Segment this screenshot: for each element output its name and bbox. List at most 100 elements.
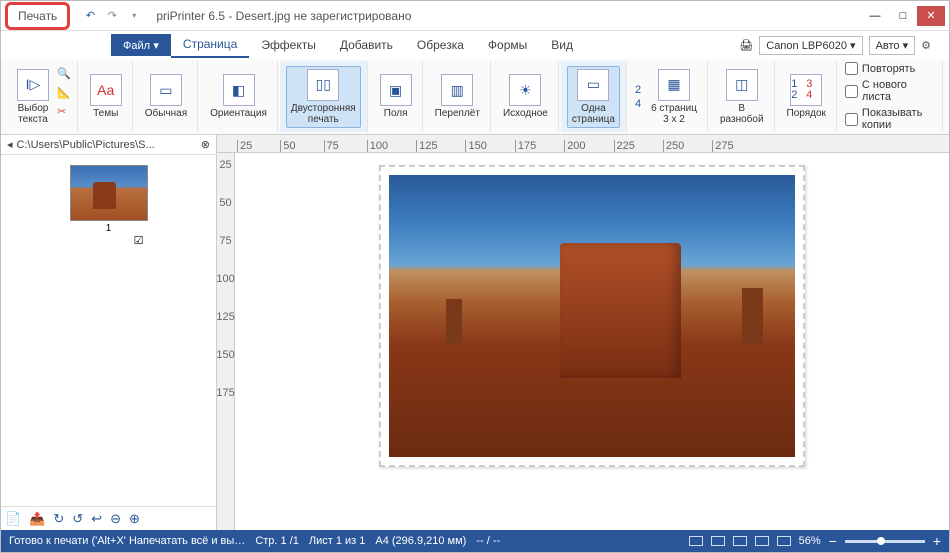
themes-button[interactable]: Aa Темы xyxy=(86,72,126,121)
zoom-in-button[interactable]: + xyxy=(933,533,941,549)
status-right: 56% − + xyxy=(689,533,941,549)
showcopies-label: Показывать копии xyxy=(862,107,936,131)
ruler-tick: 250 xyxy=(663,140,684,152)
sidebar-header: ◂ C:\Users\Public\Pictures\S... ⊗ xyxy=(1,135,216,155)
printer-icon: 🖨 xyxy=(739,39,753,52)
binoculars-icon[interactable]: 🔍 xyxy=(57,67,71,80)
onepage-button[interactable]: ▭Одна страница xyxy=(567,66,620,128)
ribbon-group-source: ☀Исходное xyxy=(493,61,559,132)
regular-label: Обычная xyxy=(145,108,187,119)
ruler-tick: 200 xyxy=(564,140,585,152)
new-icon[interactable]: 📄 xyxy=(5,511,21,527)
minimize-button[interactable]: — xyxy=(861,6,889,26)
ruler-tick: 175 xyxy=(515,140,536,152)
margins-button[interactable]: ▣Поля xyxy=(376,72,416,121)
view-mode-icon[interactable] xyxy=(777,536,791,546)
printer-mode[interactable]: Авто ▾ xyxy=(869,36,916,55)
page-area[interactable] xyxy=(235,153,949,530)
export-icon[interactable]: 📤 xyxy=(29,511,45,527)
showcopies-checkbox[interactable]: Показывать копии xyxy=(845,107,936,131)
random-button[interactable]: ◫В разнобой xyxy=(716,67,768,127)
ruler-tick: 125 xyxy=(216,311,234,323)
orientation-button[interactable]: ◧Ориентация xyxy=(206,72,271,121)
image-preview xyxy=(389,175,795,457)
onepage-label: Одна страница xyxy=(572,103,615,125)
zoom-slider[interactable] xyxy=(845,540,925,543)
menubar: Файл ▾ Страница Эффекты Добавить Обрезка… xyxy=(1,31,949,59)
tab-page[interactable]: Страница xyxy=(171,32,249,58)
repeat-checkbox[interactable]: Повторять xyxy=(845,62,915,75)
crop-icon[interactable]: ✂ xyxy=(57,105,71,118)
binding-button[interactable]: ▥Переплёт xyxy=(431,72,484,121)
tab-forms[interactable]: Формы xyxy=(476,33,539,57)
nup-6-button[interactable]: ▦6 страниц 3 x 2 xyxy=(647,67,701,127)
tab-effects[interactable]: Эффекты xyxy=(249,33,328,57)
source-label: Исходное xyxy=(503,108,548,119)
ribbon-group-orient: ◧Ориентация xyxy=(200,61,278,132)
view-mode-icon[interactable] xyxy=(733,536,747,546)
text-select-label: Выбор текста xyxy=(18,103,49,125)
newsheet-checkbox[interactable]: С нового листа xyxy=(845,79,936,103)
thumbnail-check-icon[interactable]: ☑ xyxy=(134,234,144,247)
file-menu[interactable]: Файл ▾ xyxy=(111,34,171,56)
regular-button[interactable]: ▭Обычная xyxy=(141,72,191,121)
orientation-label: Ориентация xyxy=(210,108,267,119)
view-mode-icon[interactable] xyxy=(689,536,703,546)
page-preview[interactable] xyxy=(379,165,805,467)
text-select-button[interactable]: I▷ Выбор текста xyxy=(13,67,53,127)
small-tools: 🔍 📐 ✂ xyxy=(57,67,71,127)
redo-icon[interactable]: ↷ xyxy=(104,8,120,24)
terrain-shape xyxy=(742,288,762,344)
margins-icon: ▣ xyxy=(380,74,412,106)
sidebar-close-icon[interactable]: ⊗ xyxy=(201,138,210,151)
tab-view[interactable]: Вид xyxy=(539,33,585,57)
themes-label: Темы xyxy=(93,108,118,119)
themes-icon: Aa xyxy=(90,74,122,106)
view-mode-icon[interactable] xyxy=(711,536,725,546)
tab-crop[interactable]: Обрезка xyxy=(405,33,476,57)
status-page: Стр. 1 /1 xyxy=(255,535,299,547)
terrain-shape xyxy=(560,243,682,378)
ribbon-group-order: 1 23 4Порядок xyxy=(777,61,837,132)
view-mode-icon[interactable] xyxy=(755,536,769,546)
order-button[interactable]: 1 23 4Порядок xyxy=(783,72,830,121)
source-button[interactable]: ☀Исходное xyxy=(499,72,552,121)
tab-add[interactable]: Добавить xyxy=(328,33,405,57)
zoomout-icon[interactable]: ⊖ xyxy=(110,511,121,527)
status-ready: Готово к печати ('Alt+X' Напечатать всё … xyxy=(9,535,245,547)
nup-4[interactable]: 4 xyxy=(635,98,641,110)
chevron-down-icon: ▾ xyxy=(153,40,159,52)
pin-icon[interactable]: ◂ xyxy=(7,138,13,151)
zoom-thumb[interactable] xyxy=(877,537,885,545)
gear-icon[interactable]: ⚙ xyxy=(921,39,931,52)
ruler-tick: 25 xyxy=(237,140,252,152)
printer-select[interactable]: Canon LBP6020 ▾ xyxy=(759,36,862,55)
maximize-button[interactable]: □ xyxy=(889,6,917,26)
window-title: priPrinter 6.5 - Desert.jpg не зарегистр… xyxy=(156,9,861,23)
cursor-icon: I▷ xyxy=(17,69,49,101)
close-button[interactable]: ✕ xyxy=(917,6,945,26)
ribbon-group-duplex: ▯▯Двусторонняя печать xyxy=(280,61,368,132)
ribbon: I▷ Выбор текста 🔍 📐 ✂ Aa Темы ▭Обычная ◧О… xyxy=(1,59,949,135)
zoom-out-button[interactable]: − xyxy=(829,533,837,549)
refresh-icon[interactable]: ↻ xyxy=(53,511,64,527)
undo2-icon[interactable]: ↩ xyxy=(91,511,102,527)
zoomin-icon[interactable]: ⊕ xyxy=(129,511,140,527)
content-area: ◂ C:\Users\Public\Pictures\S... ⊗ 1 ☑ 📄 … xyxy=(1,135,949,530)
qat-dropdown-icon[interactable]: ▾ xyxy=(126,8,142,24)
print-button[interactable]: Печать xyxy=(5,2,70,30)
status-papersize: A4 (296.9,210 мм) xyxy=(375,535,466,547)
sidebar: ◂ C:\Users\Public\Pictures\S... ⊗ 1 ☑ 📄 … xyxy=(1,135,217,530)
thumbnail-number: 1 xyxy=(106,223,112,234)
ruler-tick: 100 xyxy=(367,140,388,152)
reload-icon[interactable]: ↺ xyxy=(72,511,83,527)
page-thumbnail[interactable] xyxy=(70,165,148,221)
printer-name: Canon LBP6020 xyxy=(766,40,847,52)
ruler-icon[interactable]: 📐 xyxy=(57,86,71,99)
sidebar-toolbar: 📄 📤 ↻ ↺ ↩ ⊖ ⊕ xyxy=(1,506,216,530)
nup-6-label: 6 страниц 3 x 2 xyxy=(651,103,697,125)
duplex-button[interactable]: ▯▯Двусторонняя печать xyxy=(286,66,361,128)
undo-icon[interactable]: ↶ xyxy=(82,8,98,24)
nup-2[interactable]: 2 xyxy=(635,84,641,96)
ruler-tick: 175 xyxy=(216,387,234,399)
